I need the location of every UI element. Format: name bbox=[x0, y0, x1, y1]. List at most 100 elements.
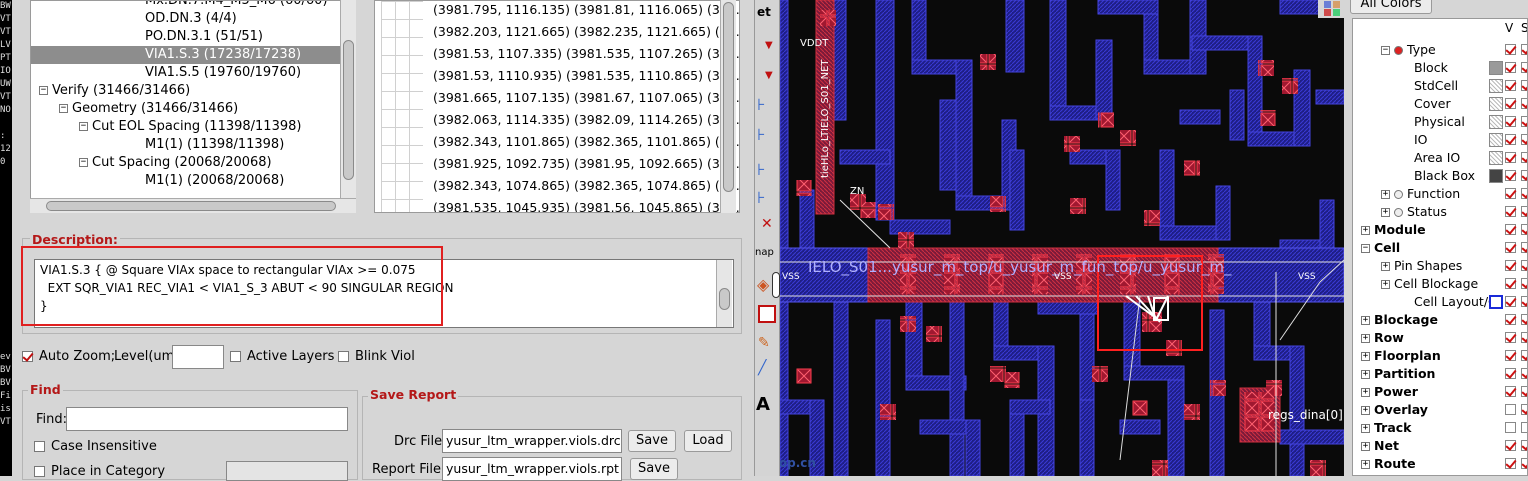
color-swatch-icon[interactable] bbox=[1333, 9, 1340, 16]
selectable-checkbox[interactable] bbox=[1521, 206, 1527, 217]
layer-color-swatch[interactable] bbox=[1489, 97, 1503, 111]
visible-checkbox[interactable] bbox=[1505, 152, 1516, 163]
selectable-checkbox[interactable] bbox=[1521, 278, 1527, 289]
brush-icon[interactable]: ✎ bbox=[758, 335, 770, 351]
selectable-checkbox[interactable] bbox=[1521, 44, 1527, 55]
drc-load-button[interactable]: Load bbox=[684, 430, 732, 452]
coordinate-row[interactable]: (3981.925, 1092.735) (3981.95, 1092.665)… bbox=[433, 155, 739, 173]
coordinate-row[interactable]: (3982.343, 1101.865) (3982.365, 1101.865… bbox=[433, 133, 739, 151]
visible-checkbox[interactable] bbox=[1505, 332, 1516, 343]
selectable-checkbox[interactable] bbox=[1521, 116, 1527, 127]
expand-icon[interactable]: + bbox=[1361, 424, 1370, 433]
legend-row[interactable]: Block bbox=[1401, 59, 1448, 77]
wire-tool-icon[interactable]: ⊦ bbox=[757, 160, 777, 180]
visible-checkbox[interactable] bbox=[1505, 368, 1516, 379]
delete-icon[interactable]: ✕ bbox=[761, 216, 773, 232]
legend-row[interactable]: + Partition bbox=[1361, 365, 1435, 383]
layer-color-swatch[interactable] bbox=[1489, 151, 1503, 165]
violation-tree-item[interactable]: Mx.DN.7.M4_M5_M6 (60/60) bbox=[101, 1, 328, 10]
blink-viol-option[interactable]: Blink Viol bbox=[338, 348, 415, 366]
dropdown-arrow-icon[interactable]: ▼ bbox=[765, 40, 773, 51]
selectable-checkbox[interactable] bbox=[1521, 350, 1527, 361]
tree-hscroll-thumb[interactable] bbox=[46, 201, 336, 211]
selectable-checkbox[interactable] bbox=[1521, 332, 1527, 343]
description-scrollbar[interactable] bbox=[716, 260, 732, 327]
coordinate-row[interactable]: (3982.063, 1114.335) (3982.09, 1114.265)… bbox=[433, 111, 739, 129]
visible-checkbox[interactable] bbox=[1505, 404, 1516, 415]
legend-row[interactable]: + Route bbox=[1361, 455, 1416, 473]
legend-row[interactable]: Cover bbox=[1401, 95, 1451, 113]
description-scroll-thumb[interactable] bbox=[719, 288, 730, 310]
coordinate-row[interactable]: (3982.343, 1074.865) (3982.365, 1074.865… bbox=[433, 177, 739, 195]
visible-checkbox[interactable] bbox=[1505, 62, 1516, 73]
case-insensitive-checkbox[interactable] bbox=[34, 441, 45, 452]
selectable-checkbox[interactable] bbox=[1521, 62, 1527, 73]
legend-row[interactable]: + Module bbox=[1361, 221, 1426, 239]
select-tool-icon[interactable] bbox=[758, 305, 776, 323]
visible-checkbox[interactable] bbox=[1505, 278, 1516, 289]
legend-row[interactable]: + Net bbox=[1361, 437, 1399, 455]
layer-tree[interactable]: V S − Type Block StdCell Cover Physical IO Area… bbox=[1352, 18, 1528, 476]
color-swatch-icon[interactable] bbox=[1333, 1, 1340, 8]
selectable-checkbox[interactable] bbox=[1521, 314, 1527, 325]
visible-checkbox[interactable] bbox=[1505, 386, 1516, 397]
coordinate-row[interactable]: (3981.795, 1116.135) (3981.81, 1116.065)… bbox=[433, 1, 739, 19]
auto-zoom-checkbox[interactable] bbox=[22, 351, 33, 362]
collapse-icon[interactable]: − bbox=[79, 158, 88, 167]
visible-checkbox[interactable] bbox=[1505, 170, 1516, 181]
legend-row[interactable]: + Pin Shapes bbox=[1381, 257, 1462, 275]
violation-tree-item[interactable]: VIA1.S.5 (19760/19760) bbox=[101, 64, 301, 82]
level-input[interactable] bbox=[172, 345, 224, 369]
selectable-checkbox[interactable] bbox=[1521, 242, 1527, 253]
layer-color-swatch[interactable] bbox=[1489, 133, 1503, 147]
tree-horizontal-scrollbar[interactable] bbox=[30, 198, 356, 213]
legend-row[interactable]: − Cell bbox=[1361, 239, 1400, 257]
expand-icon[interactable]: + bbox=[1361, 388, 1370, 397]
layer-color-swatch[interactable] bbox=[1489, 169, 1503, 183]
selectable-checkbox[interactable] bbox=[1521, 404, 1527, 415]
visible-checkbox[interactable] bbox=[1505, 260, 1516, 271]
expand-icon[interactable]: + bbox=[1361, 316, 1370, 325]
visible-checkbox[interactable] bbox=[1505, 98, 1516, 109]
visible-checkbox[interactable] bbox=[1505, 44, 1516, 55]
legend-row[interactable]: + Power bbox=[1361, 383, 1418, 401]
radio-button[interactable] bbox=[1394, 190, 1403, 199]
visible-checkbox[interactable] bbox=[1505, 80, 1516, 91]
place-in-category-checkbox[interactable] bbox=[34, 466, 45, 477]
layer-color-swatch[interactable] bbox=[1489, 115, 1503, 129]
auto-zoom-option[interactable]: Auto Zoom; bbox=[22, 348, 115, 366]
selectable-checkbox[interactable] bbox=[1521, 188, 1527, 199]
blink-viol-checkbox[interactable] bbox=[338, 351, 349, 362]
expand-icon[interactable]: + bbox=[1361, 226, 1370, 235]
selectable-checkbox[interactable] bbox=[1521, 368, 1527, 379]
text-tool-icon[interactable]: A bbox=[756, 394, 770, 415]
visible-checkbox[interactable] bbox=[1505, 224, 1516, 235]
legend-row[interactable]: IO bbox=[1401, 131, 1428, 149]
expand-icon[interactable]: + bbox=[1381, 262, 1390, 271]
drc-save-button[interactable]: Save bbox=[628, 430, 676, 452]
collapse-icon[interactable]: − bbox=[1381, 46, 1390, 55]
legend-row[interactable]: + Overlay bbox=[1361, 401, 1428, 419]
legend-row[interactable]: Black Box bbox=[1401, 167, 1475, 185]
expand-icon[interactable]: + bbox=[1361, 370, 1370, 379]
visible-checkbox[interactable] bbox=[1505, 314, 1516, 325]
legend-row[interactable]: + Blockage bbox=[1361, 311, 1438, 329]
legend-row[interactable]: + Cell Blockage bbox=[1381, 275, 1478, 293]
radio-button[interactable] bbox=[1394, 208, 1403, 217]
place-in-category-option[interactable]: Place in Category bbox=[34, 463, 165, 481]
selectable-checkbox[interactable] bbox=[1521, 170, 1527, 181]
collapse-icon[interactable]: − bbox=[1361, 244, 1370, 253]
coordinate-row[interactable]: (3981.53, 1110.935) (3981.535, 1110.865)… bbox=[433, 67, 739, 85]
selectable-checkbox[interactable] bbox=[1521, 80, 1527, 91]
case-insensitive-option[interactable]: Case Insensitive bbox=[34, 438, 157, 456]
coordinate-row[interactable]: (3981.665, 1107.135) (3981.67, 1107.065)… bbox=[433, 89, 739, 107]
visible-checkbox[interactable] bbox=[1505, 422, 1516, 433]
selectable-checkbox[interactable] bbox=[1521, 134, 1527, 145]
selectable-checkbox[interactable] bbox=[1521, 224, 1527, 235]
selectable-checkbox[interactable] bbox=[1521, 386, 1527, 397]
coordinate-row[interactable]: (3981.53, 1107.335) (3981.535, 1107.265)… bbox=[433, 45, 739, 63]
legend-row[interactable]: + Track bbox=[1361, 419, 1411, 437]
violation-tree-item[interactable]: OD.DN.3 (4/4) bbox=[101, 10, 237, 28]
wire-tool-icon[interactable]: ⊦ bbox=[757, 95, 777, 115]
violation-tree-item[interactable]: VIA1.S.3 (17238/17238) bbox=[31, 46, 341, 64]
